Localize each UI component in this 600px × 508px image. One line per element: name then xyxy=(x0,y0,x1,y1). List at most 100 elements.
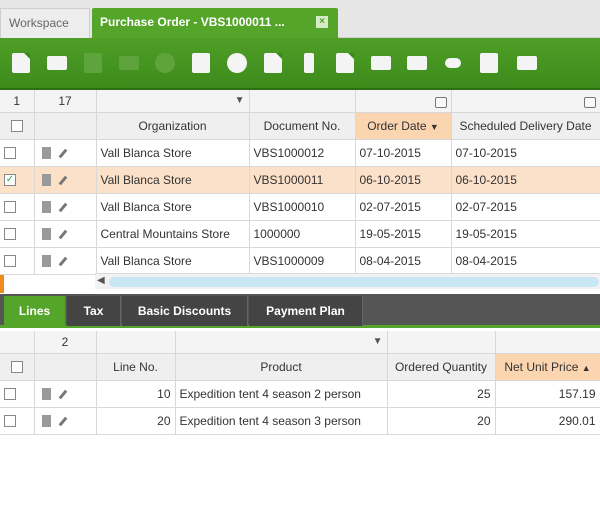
email-icon[interactable] xyxy=(402,48,432,78)
grid-view-icon[interactable] xyxy=(512,48,542,78)
form-view-icon[interactable] xyxy=(41,255,51,268)
edit-icon[interactable] xyxy=(58,148,67,159)
form-view-icon[interactable] xyxy=(41,201,51,214)
tools-icon[interactable] xyxy=(474,48,504,78)
selected-count xyxy=(0,331,35,354)
copy-icon[interactable] xyxy=(330,48,360,78)
tab-purchase-order[interactable]: Purchase Order - VBS1000011 ... × xyxy=(92,8,338,38)
attachment-icon[interactable] xyxy=(294,48,324,78)
link-icon[interactable] xyxy=(438,48,468,78)
row-checkbox[interactable] xyxy=(4,228,16,241)
edit-icon[interactable] xyxy=(58,256,67,267)
column-ordered-quantity[interactable]: Ordered Quantity xyxy=(387,353,496,381)
select-all-header[interactable] xyxy=(0,112,35,140)
tab-tax[interactable]: Tax xyxy=(67,296,121,326)
table-row[interactable]: Central Mountains Store 1000000 19-05-20… xyxy=(0,220,600,248)
chevron-down-icon[interactable]: ▼ xyxy=(373,336,383,347)
table-row[interactable]: Vall Blanca Store VBS1000010 02-07-2015 … xyxy=(0,193,600,221)
refresh-icon[interactable] xyxy=(222,48,252,78)
print-icon[interactable] xyxy=(366,48,396,78)
new-document-icon[interactable] xyxy=(6,48,36,78)
column-delivery-date[interactable]: Scheduled Delivery Date xyxy=(451,112,600,140)
chevron-down-icon[interactable]: ▼ xyxy=(235,95,245,106)
cell-product: Expedition tent 4 season 3 person xyxy=(175,407,388,435)
scroll-left-icon[interactable]: ◀ xyxy=(97,275,105,286)
cancel-icon[interactable] xyxy=(150,48,180,78)
edit-icon[interactable] xyxy=(58,389,67,400)
line-no-filter[interactable] xyxy=(96,331,176,354)
organization-filter[interactable]: ▼ xyxy=(96,90,250,113)
sort-asc-icon: ▲ xyxy=(581,362,591,373)
cell-organization: Central Mountains Store xyxy=(96,220,250,248)
lines-grid: 2 ▼ Line No. Product Ordered Quantity Ne… xyxy=(0,331,600,435)
filter-row: 1 17 ▼ xyxy=(0,90,600,113)
scrollbar-thumb[interactable] xyxy=(109,277,599,287)
form-view-icon[interactable] xyxy=(41,147,51,160)
tab-purchase-order-label: Purchase Order - VBS1000011 ... xyxy=(100,15,285,29)
qty-filter[interactable] xyxy=(387,331,496,354)
cell-document-no: VBS1000011 xyxy=(249,166,356,194)
column-line-no[interactable]: Line No. xyxy=(96,353,176,381)
cell-order-date: 02-07-2015 xyxy=(355,193,452,221)
table-row[interactable]: Vall Blanca Store VBS1000012 07-10-2015 … xyxy=(0,139,600,167)
edit-icon[interactable] xyxy=(58,229,67,240)
edit-icon[interactable] xyxy=(58,202,67,213)
edit-icon[interactable] xyxy=(58,416,67,427)
cell-delivery-date: 08-04-2015 xyxy=(451,247,600,275)
table-row[interactable]: Vall Blanca Store VBS1000009 08-04-2015 … xyxy=(0,247,600,275)
cell-delivery-date: 02-07-2015 xyxy=(451,193,600,221)
actions-header xyxy=(34,112,97,140)
edit-icon[interactable] xyxy=(58,175,67,186)
column-order-date[interactable]: Order Date ▼ xyxy=(355,112,452,140)
purchase-order-grid: 1 17 ▼ Organization Document No. Order D… xyxy=(0,90,600,275)
tab-basic-discounts[interactable]: Basic Discounts xyxy=(122,296,248,326)
row-checkbox[interactable] xyxy=(4,201,16,214)
document-no-filter[interactable] xyxy=(249,90,356,113)
calendar-icon[interactable] xyxy=(434,97,447,109)
row-checkbox[interactable] xyxy=(4,388,16,401)
delivery-date-filter[interactable] xyxy=(451,90,600,113)
record-count: 2 xyxy=(34,331,97,354)
table-row[interactable]: 10 Expedition tent 4 season 2 person 25 … xyxy=(0,380,600,408)
tab-payment-plan[interactable]: Payment Plan xyxy=(249,296,363,326)
column-document-no[interactable]: Document No. xyxy=(249,112,356,140)
row-checkbox[interactable] xyxy=(4,255,16,268)
save-form-icon[interactable] xyxy=(42,48,72,78)
cell-organization: Vall Blanca Store xyxy=(96,247,250,275)
cell-delivery-date: 19-05-2015 xyxy=(451,220,600,248)
select-all-checkbox[interactable] xyxy=(10,361,23,374)
table-row[interactable]: 20 Expedition tent 4 season 3 person 20 … xyxy=(0,407,600,435)
select-all-header[interactable] xyxy=(0,353,35,381)
horizontal-scrollbar[interactable]: ◀ xyxy=(95,273,600,289)
column-net-unit-price[interactable]: Net Unit Price ▲ xyxy=(495,353,600,381)
form-view-icon[interactable] xyxy=(41,415,51,428)
new-record-icon[interactable] xyxy=(114,48,144,78)
form-view-icon[interactable] xyxy=(41,174,51,187)
sort-desc-icon: ▼ xyxy=(429,121,439,132)
cell-order-date: 07-10-2015 xyxy=(355,139,452,167)
price-filter[interactable] xyxy=(495,331,600,354)
selected-count: 1 xyxy=(0,90,35,113)
window-tab-strip: Workspace Purchase Order - VBS1000011 ..… xyxy=(0,0,600,38)
product-filter[interactable]: ▼ xyxy=(175,331,388,354)
order-date-filter[interactable] xyxy=(355,90,452,113)
tab-lines[interactable]: Lines xyxy=(4,296,66,326)
cell-price: 290.01 xyxy=(495,407,600,435)
export-icon[interactable] xyxy=(258,48,288,78)
tab-workspace[interactable]: Workspace xyxy=(0,8,90,38)
select-all-checkbox[interactable] xyxy=(10,120,23,133)
column-product[interactable]: Product xyxy=(175,353,388,381)
form-view-icon[interactable] xyxy=(41,228,51,241)
row-checkbox[interactable] xyxy=(4,415,16,428)
delete-icon[interactable] xyxy=(186,48,216,78)
form-view-icon[interactable] xyxy=(41,388,51,401)
row-checkbox[interactable]: ✓ xyxy=(4,174,16,187)
column-organization[interactable]: Organization xyxy=(96,112,250,140)
close-icon[interactable]: × xyxy=(316,16,328,28)
save-icon[interactable] xyxy=(78,48,108,78)
header-row: Line No. Product Ordered Quantity Net Un… xyxy=(0,353,600,381)
table-row[interactable]: ✓ Vall Blanca Store VBS1000011 06-10-201… xyxy=(0,166,600,194)
row-checkbox[interactable] xyxy=(4,147,16,160)
calendar-icon[interactable] xyxy=(583,97,596,109)
toolbar xyxy=(0,38,600,90)
